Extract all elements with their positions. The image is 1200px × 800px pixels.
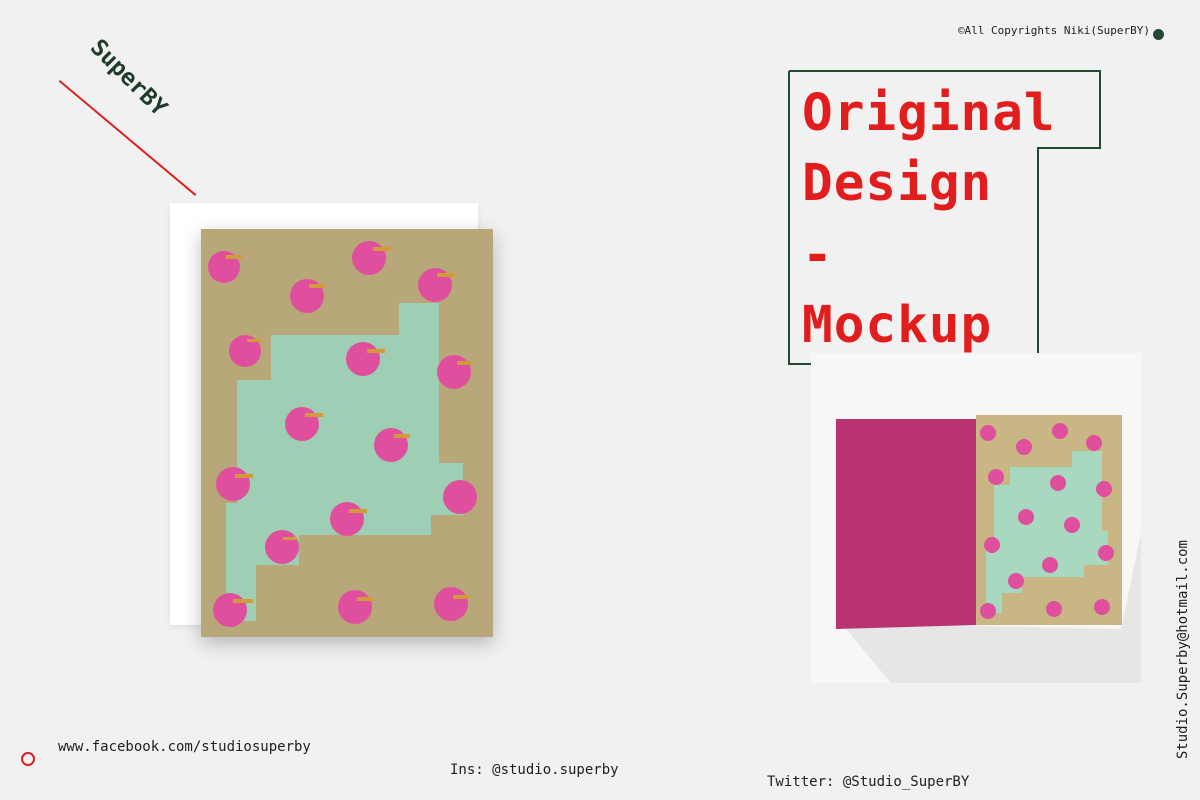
pink-dot [285,407,319,441]
pink-dot [443,480,477,514]
logo-text: SuperBY [85,34,172,122]
card-pattern [201,229,493,637]
pink-dot [374,428,408,462]
pink-dot [330,502,364,536]
facebook-link[interactable]: www.facebook.com/studiosuperby [58,739,311,755]
title-line-4: Mockup [802,296,993,355]
pink-dot [437,355,471,389]
title-frame: Original Design - Mockup [788,70,1102,366]
folded-card-art [836,415,1122,629]
twitter-handle[interactable]: Twitter: @Studio_SuperBY [767,774,969,790]
superby-logo: SuperBY [59,20,200,196]
card-back-panel [836,419,976,629]
red-ring-icon [21,752,35,766]
card-front [201,229,493,637]
pink-dot [216,467,250,501]
pink-dot [265,530,299,564]
copyright-text: ©All Copyrights Niki(SuperBY) [957,24,1150,37]
green-dot-icon [1153,29,1164,40]
pink-dot [434,587,468,621]
logo-strike-line [59,80,197,196]
pink-dot [338,590,372,624]
title-line-3: - [802,226,834,285]
instagram-handle[interactable]: Ins: @studio.superby [450,762,619,778]
pink-dot [346,342,380,376]
pink-dot [352,241,386,275]
title-line-1: Original [802,84,1056,143]
folded-card [836,415,1122,629]
email-text: Studio.Superby@hotmail.com [1175,540,1191,760]
title-line-2: Design [802,154,993,213]
email-link[interactable]: Studio.Superby@hotmail.com [1175,540,1195,759]
pink-dot [213,593,247,627]
